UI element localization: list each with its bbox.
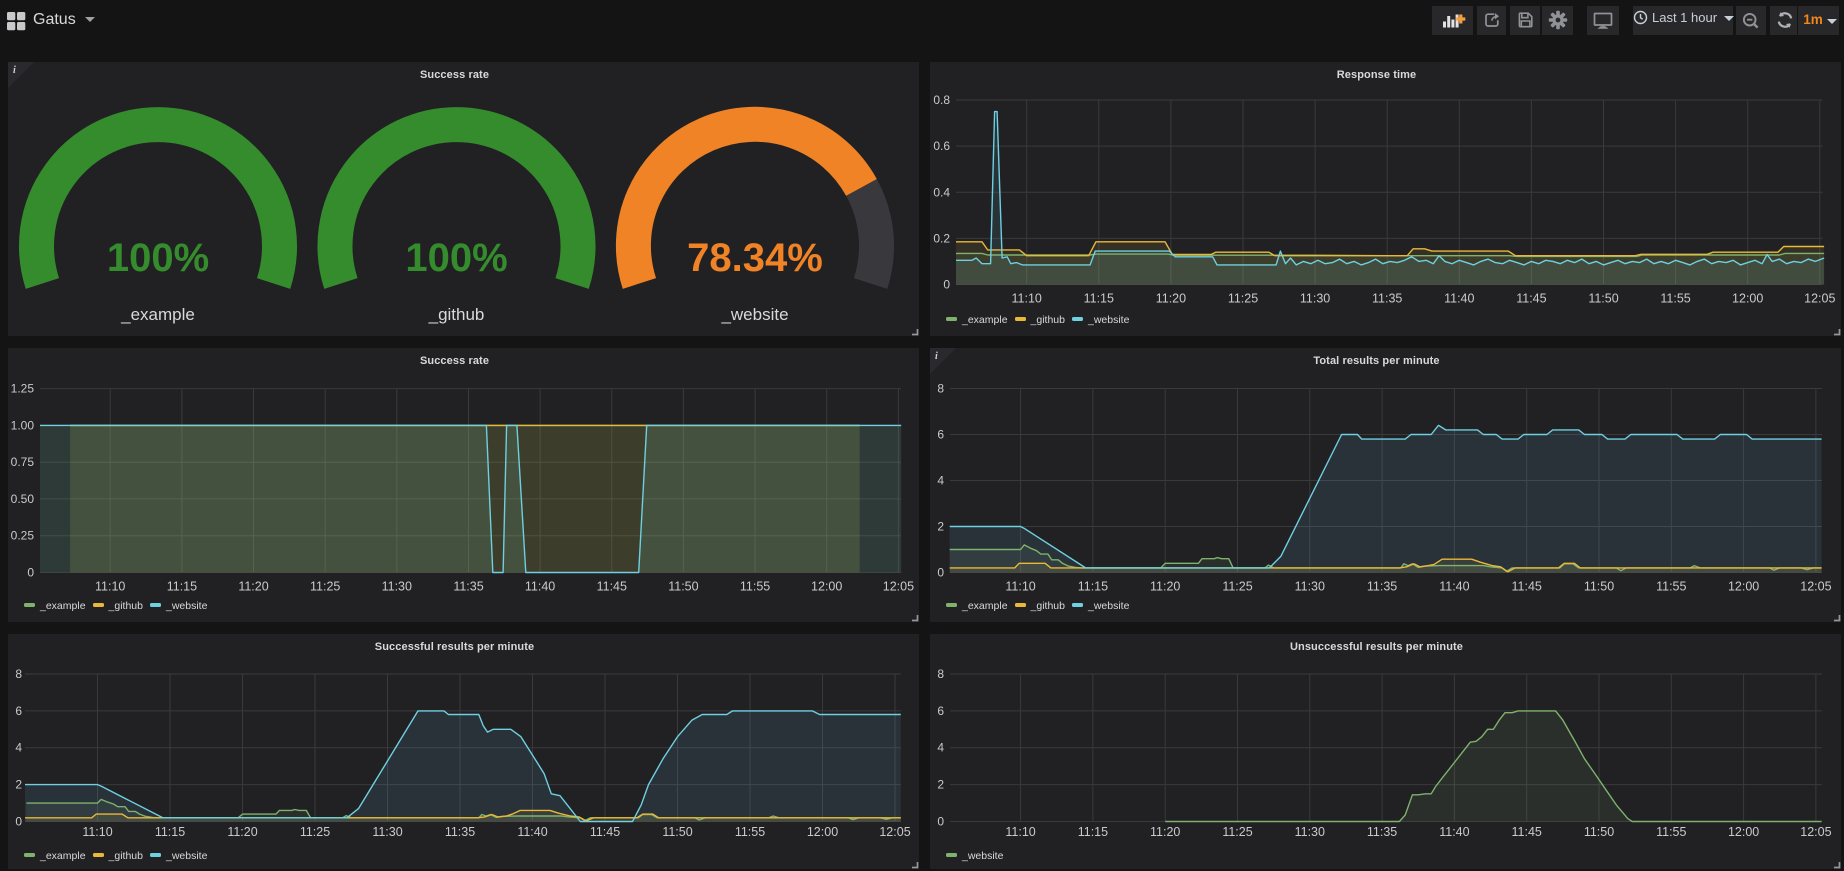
- svg-text:11:35: 11:35: [1372, 292, 1402, 306]
- svg-text:11:45: 11:45: [1512, 825, 1542, 839]
- svg-text:11:45: 11:45: [590, 825, 620, 839]
- svg-text:11:10: 11:10: [1012, 292, 1042, 306]
- svg-text:11:55: 11:55: [1656, 580, 1686, 594]
- svg-text:11:30: 11:30: [372, 825, 402, 839]
- svg-text:0.75: 0.75: [11, 455, 35, 469]
- svg-text:8: 8: [937, 382, 944, 396]
- svg-text:11:15: 11:15: [1084, 292, 1114, 306]
- svg-text:12:00: 12:00: [1728, 825, 1759, 839]
- svg-text:11:20: 11:20: [238, 580, 268, 594]
- svg-text:100%: 100%: [405, 236, 507, 280]
- svg-text:4: 4: [15, 741, 22, 755]
- svg-text:11:20: 11:20: [1150, 825, 1180, 839]
- svg-text:0.50: 0.50: [11, 492, 35, 506]
- svg-text:11:10: 11:10: [95, 580, 125, 594]
- svg-text:11:15: 11:15: [1078, 580, 1108, 594]
- svg-text:11:35: 11:35: [1367, 580, 1397, 594]
- svg-text:11:10: 11:10: [82, 825, 112, 839]
- svg-text:11:35: 11:35: [1367, 825, 1397, 839]
- svg-text:4: 4: [937, 741, 944, 755]
- svg-text:11:50: 11:50: [668, 580, 698, 594]
- svg-text:11:50: 11:50: [1588, 292, 1618, 306]
- svg-text:100%: 100%: [107, 236, 209, 280]
- svg-text:11:25: 11:25: [300, 825, 330, 839]
- svg-text:11:15: 11:15: [155, 825, 185, 839]
- svg-text:_website: _website: [720, 305, 788, 324]
- svg-text:11:35: 11:35: [445, 825, 475, 839]
- svg-text:11:55: 11:55: [740, 580, 770, 594]
- svg-text:11:30: 11:30: [1300, 292, 1330, 306]
- svg-text:0: 0: [937, 566, 944, 580]
- svg-text:_example: _example: [120, 305, 195, 324]
- svg-text:6: 6: [937, 428, 944, 442]
- svg-text:2: 2: [15, 778, 22, 792]
- svg-text:11:40: 11:40: [525, 580, 555, 594]
- svg-text:12:05: 12:05: [1800, 825, 1831, 839]
- svg-text:11:55: 11:55: [1660, 292, 1690, 306]
- svg-text:11:40: 11:40: [517, 825, 547, 839]
- svg-text:12:00: 12:00: [807, 825, 838, 839]
- svg-text:12:05: 12:05: [883, 580, 914, 594]
- svg-text:12:00: 12:00: [1732, 292, 1763, 306]
- svg-text:11:10: 11:10: [1005, 580, 1035, 594]
- svg-text:_github: _github: [428, 305, 485, 324]
- svg-text:0: 0: [15, 815, 22, 829]
- svg-text:11:10: 11:10: [1005, 825, 1035, 839]
- svg-text:0.8: 0.8: [933, 93, 950, 107]
- svg-text:11:40: 11:40: [1439, 825, 1469, 839]
- svg-text:1.25: 1.25: [11, 382, 35, 396]
- svg-text:8: 8: [937, 667, 944, 681]
- svg-text:4: 4: [937, 474, 944, 488]
- svg-text:0.2: 0.2: [933, 231, 950, 245]
- svg-text:11:35: 11:35: [453, 580, 483, 594]
- svg-text:11:20: 11:20: [1150, 580, 1180, 594]
- svg-text:11:55: 11:55: [735, 825, 765, 839]
- svg-text:11:25: 11:25: [1222, 580, 1252, 594]
- svg-text:11:45: 11:45: [1512, 580, 1542, 594]
- svg-text:12:05: 12:05: [1800, 580, 1831, 594]
- svg-text:2: 2: [937, 520, 944, 534]
- svg-text:0.4: 0.4: [933, 185, 950, 199]
- svg-text:12:05: 12:05: [1804, 292, 1835, 306]
- svg-text:11:50: 11:50: [1584, 580, 1614, 594]
- svg-text:11:20: 11:20: [227, 825, 257, 839]
- svg-text:0.25: 0.25: [11, 529, 35, 543]
- svg-text:11:45: 11:45: [597, 580, 627, 594]
- svg-text:11:25: 11:25: [1228, 292, 1258, 306]
- svg-text:11:30: 11:30: [1295, 825, 1325, 839]
- svg-text:0.6: 0.6: [933, 139, 950, 153]
- svg-text:11:50: 11:50: [662, 825, 692, 839]
- svg-text:8: 8: [15, 667, 22, 681]
- svg-text:0: 0: [27, 566, 34, 580]
- svg-text:6: 6: [937, 704, 944, 718]
- svg-text:11:55: 11:55: [1656, 825, 1686, 839]
- svg-text:11:25: 11:25: [1222, 825, 1252, 839]
- svg-text:0: 0: [937, 815, 944, 829]
- svg-text:11:30: 11:30: [1295, 580, 1325, 594]
- svg-text:12:05: 12:05: [879, 825, 910, 839]
- svg-text:12:00: 12:00: [811, 580, 842, 594]
- svg-text:11:50: 11:50: [1584, 825, 1614, 839]
- svg-text:11:20: 11:20: [1156, 292, 1186, 306]
- svg-text:11:40: 11:40: [1444, 292, 1474, 306]
- svg-text:11:15: 11:15: [1078, 825, 1108, 839]
- svg-text:11:25: 11:25: [310, 580, 340, 594]
- svg-text:78.34%: 78.34%: [687, 236, 823, 280]
- svg-text:11:45: 11:45: [1516, 292, 1546, 306]
- svg-text:11:15: 11:15: [167, 580, 197, 594]
- svg-text:11:30: 11:30: [382, 580, 412, 594]
- svg-text:0: 0: [943, 278, 950, 292]
- svg-text:12:00: 12:00: [1728, 580, 1759, 594]
- svg-text:11:40: 11:40: [1439, 580, 1469, 594]
- svg-text:2: 2: [937, 778, 944, 792]
- svg-text:6: 6: [15, 704, 22, 718]
- svg-text:1.00: 1.00: [11, 418, 35, 432]
